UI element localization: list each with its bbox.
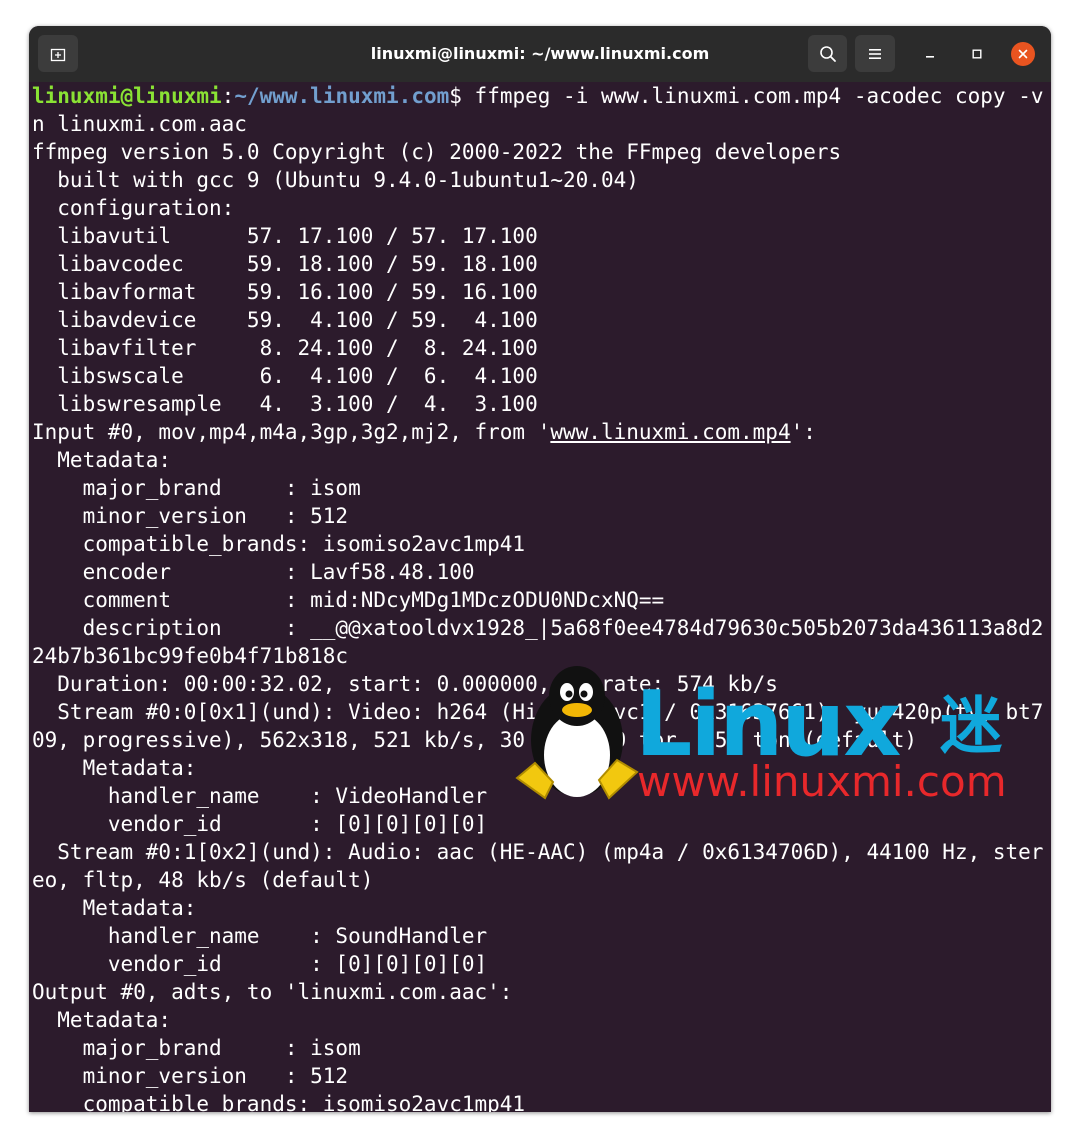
terminal-line: minor_version : 512 (32, 504, 349, 528)
menu-button[interactable] (855, 35, 895, 72)
terminal-line: libswresample 4. 3.100 / 4. 3.100 (32, 392, 538, 416)
terminal-line: Metadata: (32, 448, 172, 472)
maximize-button[interactable] (965, 42, 989, 66)
watermark-logo: Linux 迷 www.linuxmi.com (515, 660, 1020, 805)
prompt-user: linuxmi@linuxmi (32, 84, 222, 108)
terminal-line: Metadata: (32, 756, 197, 780)
terminal-line: vendor_id : [0][0][0][0] (32, 812, 488, 836)
window-title: linuxmi@linuxmi: ~/www.linuxmi.com (370, 44, 710, 63)
terminal-window: linuxmi@linuxmi: ~/www.linuxmi.com linux… (29, 26, 1051, 1112)
watermark-url: www.linuxmi.com (637, 757, 1007, 806)
terminal-line: 24b7b361bc99fe0b4f71b818c (32, 644, 349, 668)
terminal-line: Metadata: (32, 1008, 172, 1032)
watermark-brand-cjk: 迷 (940, 689, 1003, 762)
close-icon (1018, 49, 1028, 59)
tux-penguin-icon (515, 666, 639, 800)
terminal-line: eo, fltp, 48 kb/s (default) (32, 868, 374, 892)
terminal-line: libswscale 6. 4.100 / 6. 4.100 (32, 364, 538, 388)
terminal-line: minor_version : 512 (32, 1064, 349, 1088)
hamburger-menu-icon (869, 48, 881, 59)
input-prefix: Input #0, mov,mp4,m4a,3gp,3g2,mj2, from … (32, 420, 551, 444)
prompt-colon: : (221, 84, 235, 108)
prompt-path: ~/www.linuxmi.com (234, 84, 450, 108)
terminal-line: encoder : Lavf58.48.100 (32, 560, 475, 584)
new-tab-icon (50, 48, 66, 61)
input-suffix: ': (790, 420, 816, 444)
terminal-line: built with gcc 9 (Ubuntu 9.4.0-1ubuntu1~… (32, 168, 639, 192)
command-text: ffmpeg -i www.linuxmi.com.mp4 -acodec co… (461, 84, 1044, 108)
terminal-line: vendor_id : [0][0][0][0] (32, 952, 488, 976)
terminal-line: major_brand : isom (32, 476, 361, 500)
terminal-line: Stream #0:1[0x2](und): Audio: aac (HE-AA… (32, 840, 1044, 864)
terminal-line: compatible_brands: isomiso2avc1mp41 (32, 532, 526, 556)
input-line: Input #0, mov,mp4,m4a,3gp,3g2,mj2, from … (32, 418, 816, 446)
close-button[interactable] (1011, 42, 1035, 66)
terminal-line: configuration: (32, 196, 235, 220)
terminal-line: libavdevice 59. 4.100 / 59. 4.100 (32, 308, 538, 332)
terminal-line: n linuxmi.com.aac (32, 112, 247, 136)
minimize-icon (926, 56, 934, 58)
maximize-icon (972, 49, 982, 59)
search-button[interactable] (808, 35, 847, 72)
terminal-line: handler_name : SoundHandler (32, 924, 488, 948)
prompt-dollar: $ (449, 84, 462, 108)
terminal-line: libavutil 57. 17.100 / 57. 17.100 (32, 224, 538, 248)
terminal-line: Output #0, adts, to 'linuxmi.com.aac': (32, 980, 513, 1004)
new-tab-button[interactable] (38, 35, 78, 72)
input-file-link[interactable]: www.linuxmi.com.mp4 (550, 420, 790, 444)
terminal-line: compatible_brands: isomiso2avc1mp41 (32, 1092, 526, 1112)
terminal-line: libavformat 59. 16.100 / 59. 16.100 (32, 280, 538, 304)
terminal-line: comment : mid:NDcyMDg1MDczODU0NDcxNQ== (32, 588, 665, 612)
minimize-button[interactable] (918, 42, 942, 66)
terminal-line: Metadata: (32, 896, 197, 920)
prompt-line: linuxmi@linuxmi:~/www.linuxmi.com$ ffmpe… (32, 82, 1044, 110)
terminal-line: libavfilter 8. 24.100 / 8. 24.100 (32, 336, 538, 360)
terminal-line: libavcodec 59. 18.100 / 59. 18.100 (32, 252, 538, 276)
search-icon (819, 45, 836, 62)
terminal-line: major_brand : isom (32, 1036, 361, 1060)
terminal-line: description : __@@xatooldvx1928_|5a68f0e… (32, 616, 1044, 640)
terminal-line: ffmpeg version 5.0 Copyright (c) 2000-20… (32, 140, 842, 164)
terminal-output[interactable]: linuxmi@linuxmi:~/www.linuxmi.com$ ffmpe… (29, 82, 1051, 1112)
terminal-line: handler_name : VideoHandler (32, 784, 488, 808)
title-bar[interactable]: linuxmi@linuxmi: ~/www.linuxmi.com (29, 26, 1051, 82)
